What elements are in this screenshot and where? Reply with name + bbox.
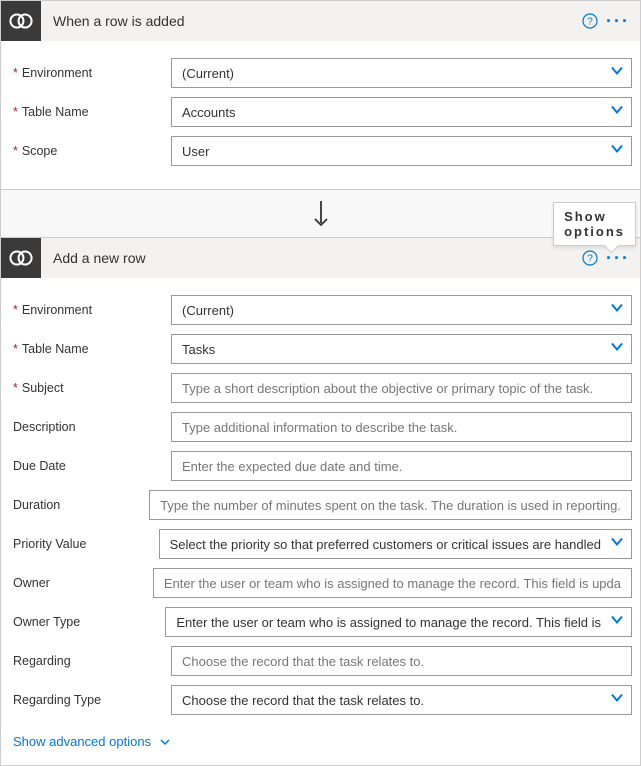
field-label: Regarding [9,654,171,668]
field-wrapper: (Current) [171,295,632,325]
field-wrapper: Type a short description about the objec… [171,373,632,403]
form-row: Environment(Current) [9,58,632,88]
text-input[interactable]: Type a short description about the objec… [171,373,632,403]
dropdown-input[interactable]: Enter the user or team who is assigned t… [165,607,632,637]
field-wrapper: Type the number of minutes spent on the … [149,490,632,520]
dropdown-input[interactable]: Tasks [171,334,632,364]
trigger-header[interactable]: When a row is added ? ··· [1,1,640,41]
form-row: DescriptionType additional information t… [9,412,632,442]
field-wrapper: Enter the expected due date and time. [171,451,632,481]
form-row: SubjectType a short description about th… [9,373,632,403]
field-label: Owner [9,576,153,590]
trigger-card: When a row is added ? ··· Environment(Cu… [0,0,641,190]
svg-text:?: ? [587,254,593,265]
text-input[interactable]: Type additional information to describe … [171,412,632,442]
show-options-tooltip: Show options [553,202,636,246]
text-input[interactable]: Type the number of minutes spent on the … [149,490,632,520]
dropdown-input[interactable]: User [171,136,632,166]
svg-text:?: ? [587,17,593,28]
field-label: Environment [9,303,171,317]
form-row: DurationType the number of minutes spent… [9,490,632,520]
form-row: Priority ValueSelect the priority so tha… [9,529,632,559]
field-wrapper: Accounts [171,97,632,127]
field-wrapper: User [171,136,632,166]
form-row: Table NameTasks [9,334,632,364]
action-body: Environment(Current) Table NameTasks Subje… [1,278,640,765]
dropdown-input[interactable]: Accounts [171,97,632,127]
field-label: Priority Value [9,537,159,551]
form-row: OwnerEnter the user or team who is assig… [9,568,632,598]
flow-arrow [0,190,641,238]
dropdown-input[interactable]: (Current) [171,295,632,325]
field-wrapper: Select the priority so that preferred cu… [159,529,632,559]
more-icon[interactable]: ··· [604,7,632,35]
help-icon[interactable]: ? [576,7,604,35]
field-label: Due Date [9,459,171,473]
form-row: RegardingChoose the record that the task… [9,646,632,676]
field-wrapper: Enter the user or team who is assigned t… [165,607,632,637]
trigger-title: When a row is added [41,13,576,29]
field-wrapper: Type additional information to describe … [171,412,632,442]
help-icon[interactable]: ? [576,244,604,272]
field-label: Table Name [9,342,171,356]
field-label: Environment [9,66,171,80]
text-input[interactable]: Enter the expected due date and time. [171,451,632,481]
field-wrapper: (Current) [171,58,632,88]
field-label: Subject [9,381,171,395]
more-icon[interactable]: ··· Show options [604,244,632,272]
form-row: Due DateEnter the expected due date and … [9,451,632,481]
chevron-down-icon [159,736,171,748]
form-row: Environment(Current) [9,295,632,325]
form-row: ScopeUser [9,136,632,166]
field-label: Description [9,420,171,434]
field-label: Owner Type [9,615,165,629]
field-wrapper: Choose the record that the task relates … [171,646,632,676]
action-card: Add a new row ? ··· Show options Environ… [0,237,641,766]
text-input[interactable]: Choose the record that the task relates … [171,646,632,676]
field-wrapper: Enter the user or team who is assigned t… [153,568,632,598]
dataverse-icon [1,238,41,278]
field-wrapper: Choose the record that the task relates … [171,685,632,715]
field-label: Table Name [9,105,171,119]
dataverse-icon [1,1,41,41]
field-label: Duration [9,498,149,512]
text-input[interactable]: Enter the user or team who is assigned t… [153,568,632,598]
dropdown-input[interactable]: (Current) [171,58,632,88]
action-header[interactable]: Add a new row ? ··· Show options [1,238,640,278]
form-row: Owner TypeEnter the user or team who is … [9,607,632,637]
action-title: Add a new row [41,250,576,266]
trigger-body: Environment(Current) Table NameAccounts Sc… [1,41,640,189]
dropdown-input[interactable]: Choose the record that the task relates … [171,685,632,715]
form-row: Regarding TypeChoose the record that the… [9,685,632,715]
show-advanced-options-link[interactable]: Show advanced options [9,724,175,749]
show-advanced-options-label: Show advanced options [13,734,151,749]
form-row: Table NameAccounts [9,97,632,127]
field-label: Regarding Type [9,693,171,707]
field-wrapper: Tasks [171,334,632,364]
field-label: Scope [9,144,171,158]
dropdown-input[interactable]: Select the priority so that preferred cu… [159,529,632,559]
